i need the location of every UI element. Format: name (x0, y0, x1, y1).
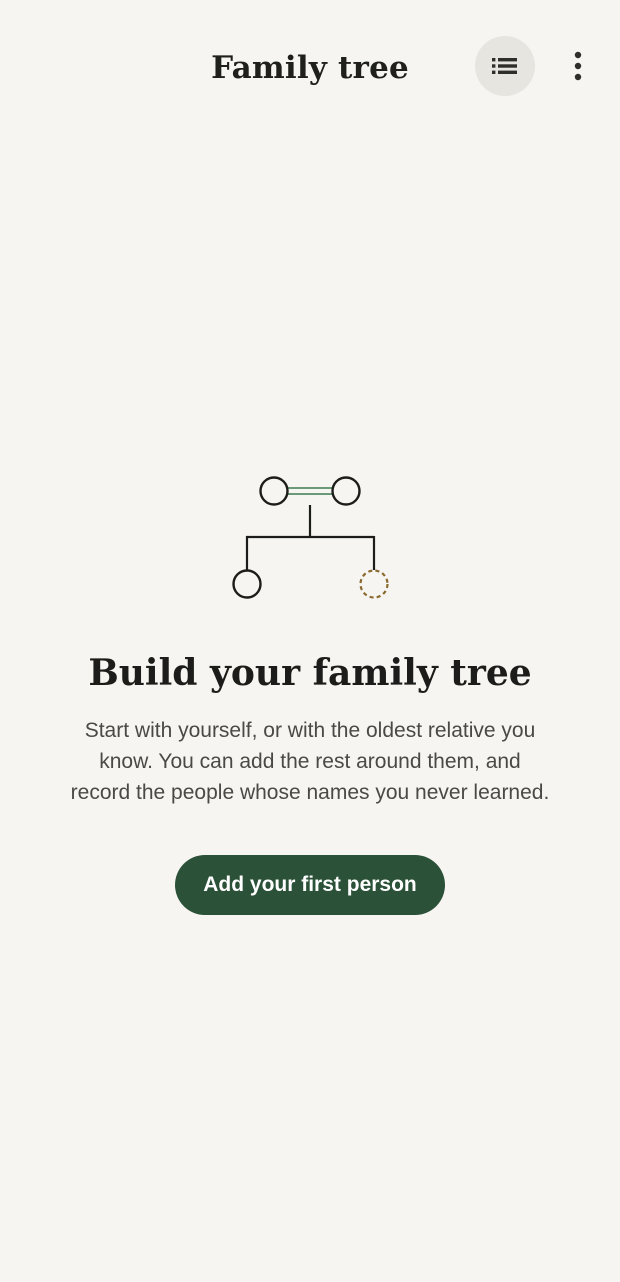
add-first-person-button[interactable]: Add your first person (175, 855, 445, 915)
family-tree-icon (232, 476, 389, 599)
more-vert-icon (574, 51, 582, 81)
more-options-button[interactable] (548, 36, 608, 96)
description-line: know. You can add the rest around them, … (99, 750, 521, 773)
empty-state-description: Start with yourself, or with the oldest … (55, 715, 565, 808)
description-line: record the people whose names you never … (70, 781, 550, 804)
app-bar: Family tree (0, 0, 620, 134)
list-view-button[interactable] (475, 36, 535, 96)
list-icon (492, 58, 517, 74)
description-line: Start with yourself, or with the oldest … (84, 719, 536, 742)
empty-state-title: Build your family tree (88, 652, 532, 694)
